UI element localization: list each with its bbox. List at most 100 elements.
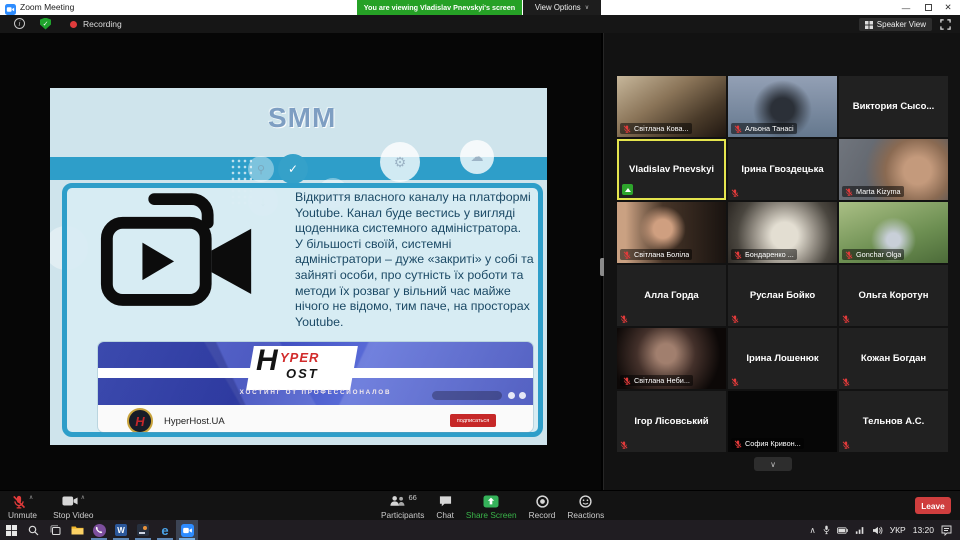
restore-icon	[925, 4, 932, 11]
participant-tile[interactable]: Marta Kizyma	[839, 139, 948, 200]
slide-title: SMM	[268, 102, 336, 134]
participant-label: Світлана Кова...	[620, 123, 692, 134]
view-options-button[interactable]: View Options ∨	[523, 0, 601, 15]
word-icon[interactable]: W	[110, 520, 132, 540]
record-button[interactable]: Record	[529, 491, 556, 520]
system-tray: ∧ УКР 13:20	[809, 525, 960, 536]
participants-grid: Світлана Кова... Альона Танасі Виктория …	[617, 76, 948, 452]
speaker-view-button[interactable]: Speaker View	[859, 18, 932, 31]
meeting-info-icon[interactable]	[14, 18, 25, 29]
chat-button[interactable]: Chat	[436, 491, 454, 520]
start-button[interactable]	[0, 520, 22, 540]
stop-video-button[interactable]: ∧ Stop Video	[53, 491, 93, 520]
reactions-smiley-icon	[579, 495, 592, 508]
participant-tile[interactable]: Бондаренко ...	[728, 202, 837, 263]
participant-name: Ігор Лісовський	[617, 391, 726, 452]
participant-tile[interactable]: София Кривон...	[728, 391, 837, 452]
tray-mic-icon[interactable]	[823, 525, 830, 535]
social-icon	[519, 392, 526, 399]
battery-icon[interactable]	[837, 527, 848, 534]
participant-name: Тельнов А.С.	[839, 391, 948, 452]
video-camera-icon	[95, 188, 263, 314]
participant-tile[interactable]: Vladislav Pnevskyi	[617, 139, 726, 200]
muted-mic-icon	[12, 495, 26, 509]
participant-name: Marta Kizyma	[856, 187, 901, 196]
collapse-panel-button[interactable]: ∨	[754, 457, 792, 471]
reactions-button[interactable]: Reactions	[567, 491, 604, 520]
unmute-button[interactable]: ∧ Unmute	[8, 491, 37, 520]
participant-name: Ольга Коротун	[839, 265, 948, 326]
participant-tile[interactable]: Виктория Сысо...	[839, 76, 948, 137]
participant-tile[interactable]: Світлана Неби...	[617, 328, 726, 389]
muted-mic-icon	[845, 251, 853, 259]
muted-mic-icon	[734, 251, 742, 259]
muted-mic-icon	[623, 377, 631, 385]
taskbar-app-icon[interactable]	[132, 520, 154, 540]
speaker-icon[interactable]	[872, 526, 883, 535]
participant-tile[interactable]: Альона Танасі	[728, 76, 837, 137]
participant-tile[interactable]: Кожан Богдан	[839, 328, 948, 389]
share-screen-button[interactable]: Share Screen	[466, 491, 517, 520]
participant-tile[interactable]: Тельнов А.С.	[839, 391, 948, 452]
muted-mic-icon	[620, 315, 628, 323]
muted-mic-icon	[842, 441, 850, 449]
encryption-shield-icon[interactable]	[40, 18, 51, 30]
participant-tile[interactable]: Руслан Бойко	[728, 265, 837, 326]
participant-tile[interactable]: Ірина Лошенюк	[728, 328, 837, 389]
chevron-up-icon[interactable]: ∧	[81, 495, 85, 501]
maximize-button[interactable]	[918, 0, 938, 15]
muted-mic-icon	[842, 378, 850, 386]
slide-body-text: Відкриття власного каналу на платформі Y…	[295, 190, 537, 330]
grid-view-icon	[865, 21, 873, 29]
participant-name: София Кривон...	[745, 439, 801, 448]
search-button[interactable]	[22, 520, 44, 540]
participant-tile[interactable]: Ірина Гвоздецька	[728, 139, 837, 200]
zoom-app-icon	[5, 2, 16, 13]
viber-icon[interactable]	[88, 520, 110, 540]
participant-label: Бондаренко ...	[731, 249, 797, 260]
participant-tile[interactable]: Ольга Коротун	[839, 265, 948, 326]
chat-bubble-icon	[439, 495, 452, 507]
participants-icon	[389, 495, 406, 507]
participant-name: Світлана Кова...	[634, 124, 689, 133]
participant-name: Ірина Лошенюк	[728, 328, 837, 389]
clock[interactable]: 13:20	[913, 525, 934, 535]
zoom-taskbar-icon[interactable]	[176, 520, 198, 540]
camera-icon	[62, 495, 78, 507]
presentation-slide: SMM ⚲ ✓ @ ⚙ ☁ ↓ ↓ Відк	[50, 88, 547, 445]
participant-name: Vladislav Pnevskyi	[619, 141, 724, 198]
participant-tile[interactable]: Світлана Кова...	[617, 76, 726, 137]
network-icon[interactable]	[855, 526, 865, 535]
participant-name: Альона Танасі	[745, 124, 794, 133]
edge-icon[interactable]: e	[154, 520, 176, 540]
participant-name: Бондаренко ...	[745, 250, 794, 259]
participant-tile[interactable]: Світлана Боліла	[617, 202, 726, 263]
windows-logo-icon	[6, 525, 17, 536]
recording-dot-icon	[70, 21, 77, 28]
meeting-top-bar: Recording Speaker View	[0, 15, 960, 33]
record-icon	[536, 495, 549, 508]
fullscreen-icon[interactable]	[939, 18, 952, 31]
participant-label: Gonchar Olga	[842, 249, 904, 260]
notification-center-icon[interactable]	[941, 525, 952, 536]
tray-chevron-icon[interactable]: ∧	[809, 525, 815, 536]
language-indicator[interactable]: УКР	[890, 525, 906, 535]
muted-mic-icon	[845, 188, 853, 196]
participant-tile[interactable]: Gonchar Olga	[839, 202, 948, 263]
participant-name: Ірина Гвоздецька	[728, 139, 837, 200]
participant-tile[interactable]: Ігор Лісовський	[617, 391, 726, 452]
participants-button[interactable]: 66 Participants	[381, 491, 424, 520]
minimize-button[interactable]: —	[896, 0, 916, 15]
close-button[interactable]: ✕	[938, 0, 958, 15]
participant-tile[interactable]: Алла Горда	[617, 265, 726, 326]
participant-name: Світлана Неби...	[634, 376, 690, 385]
file-explorer-icon[interactable]	[66, 520, 88, 540]
participants-count: 66	[409, 493, 417, 502]
task-view-button[interactable]	[44, 520, 66, 540]
zoom-meeting-window: Zoom Meeting You are viewing Vladislav P…	[0, 0, 960, 540]
chevron-up-icon[interactable]: ∧	[29, 495, 33, 501]
leave-button[interactable]: Leave	[915, 497, 951, 514]
channel-avatar: H	[127, 408, 153, 432]
channel-name: HyperHost.UA	[164, 416, 225, 427]
participant-name: Алла Горда	[617, 265, 726, 326]
